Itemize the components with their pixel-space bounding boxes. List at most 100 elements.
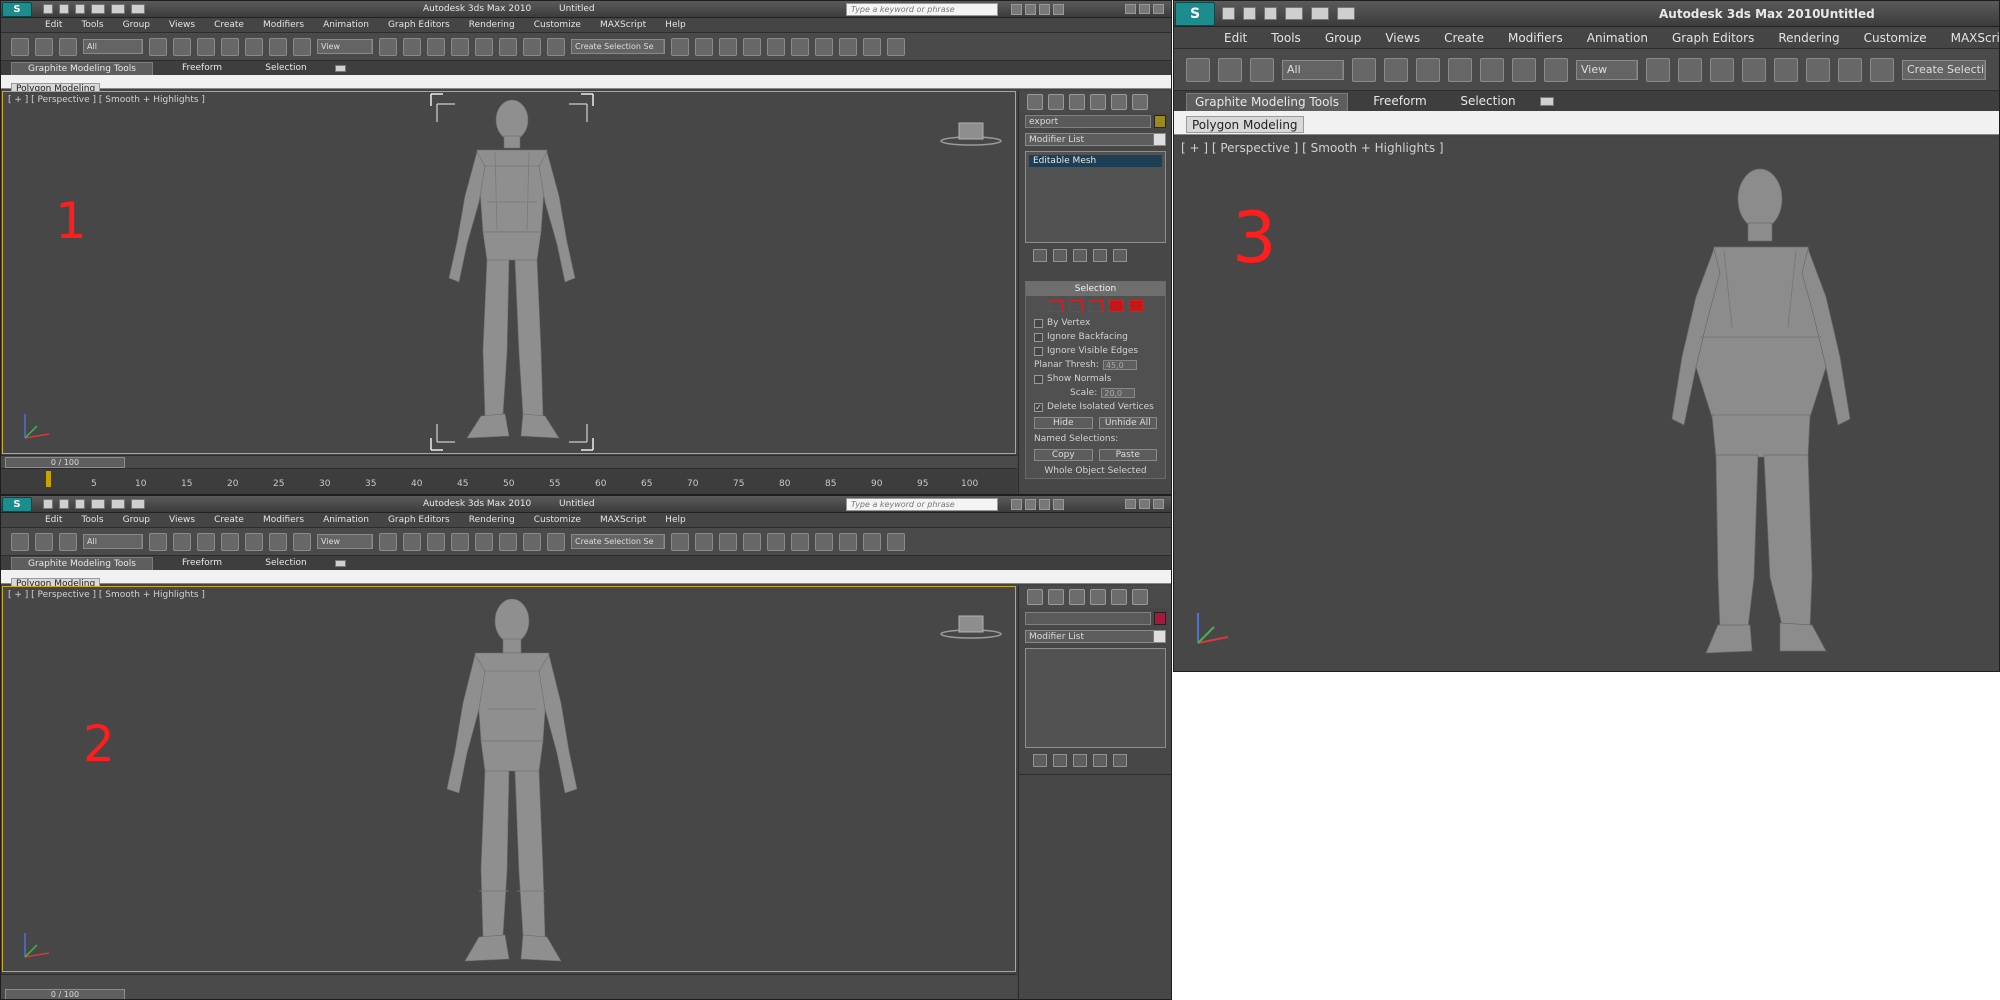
spinner-snap-icon[interactable] [1838, 57, 1862, 82]
align-icon[interactable] [695, 532, 713, 551]
remove-modifier-icon[interactable] [1093, 249, 1107, 262]
ribbon-minimize-icon[interactable] [1540, 96, 1554, 106]
ribbon-minimize-icon[interactable] [335, 559, 346, 567]
app-logo-icon[interactable]: S [2, 497, 32, 512]
menu-help[interactable]: Help [665, 515, 686, 525]
viewcube-icon[interactable] [939, 613, 1003, 641]
window-crossing-icon[interactable] [1448, 57, 1472, 82]
named-selection-dropdown[interactable]: Create Selection Se [571, 534, 665, 549]
project-folder-icon[interactable] [131, 4, 145, 14]
pivot-center-icon[interactable] [379, 532, 397, 551]
named-selection-dropdown[interactable]: Create Selectio [1902, 59, 1986, 80]
pin-stack-icon[interactable] [1033, 754, 1047, 767]
hide-button[interactable]: Hide [1034, 417, 1093, 429]
favorites-icon[interactable] [1039, 499, 1050, 510]
layer-manager-icon[interactable] [719, 532, 737, 551]
select-by-name-icon[interactable] [173, 532, 191, 551]
planar-thresh-spinner[interactable]: 45,0 [1102, 360, 1137, 370]
character-model-heavy[interactable] [1662, 157, 1862, 667]
menu-customize[interactable]: Customize [534, 515, 581, 525]
menu-group[interactable]: Group [123, 515, 150, 525]
tab-selection[interactable]: Selection [251, 557, 321, 570]
configure-modifier-sets-icon[interactable] [1113, 754, 1127, 767]
reference-coordinate-dropdown[interactable]: View [317, 39, 373, 54]
bind-space-warp-icon[interactable] [59, 532, 77, 551]
rendered-frame-icon[interactable] [863, 37, 881, 56]
menu-edit[interactable]: Edit [1224, 31, 1247, 45]
align-icon[interactable] [695, 37, 713, 56]
rollout-title[interactable]: Selection [1026, 282, 1165, 296]
percent-snap-icon[interactable] [499, 532, 517, 551]
rect-selection-icon[interactable] [197, 37, 215, 56]
select-link-icon[interactable] [1186, 57, 1210, 82]
mirror-icon[interactable] [671, 532, 689, 551]
ignore-backfacing-checkbox[interactable] [1034, 332, 1043, 342]
tab-selection[interactable]: Selection [1452, 93, 1524, 111]
vertex-level-icon[interactable] [1048, 300, 1063, 312]
selection-filter-dropdown[interactable]: All [1282, 59, 1344, 80]
spinner-snap-icon[interactable] [523, 532, 541, 551]
render-setup-icon[interactable] [839, 37, 857, 56]
menu-modifiers[interactable]: Modifiers [1508, 31, 1563, 45]
open-icon[interactable] [1243, 7, 1256, 20]
modifier-stack[interactable]: Editable Mesh [1025, 151, 1166, 243]
delete-isolated-checkbox[interactable]: ✓ [1034, 402, 1043, 412]
search-input[interactable]: Type a keyword or phrase [846, 498, 998, 511]
tools-icon[interactable] [1025, 4, 1036, 15]
rendered-frame-icon[interactable] [863, 532, 881, 551]
configure-modifier-sets-icon[interactable] [1113, 249, 1127, 262]
remove-modifier-icon[interactable] [1093, 754, 1107, 767]
create-tab-icon[interactable] [1027, 589, 1043, 605]
redo-icon[interactable] [1311, 7, 1329, 20]
snaps-toggle-icon[interactable] [451, 532, 469, 551]
menu-animation[interactable]: Animation [323, 20, 369, 30]
edge-level-icon[interactable] [1068, 300, 1083, 312]
graphite-toggle-icon[interactable] [743, 532, 761, 551]
render-setup-icon[interactable] [839, 532, 857, 551]
project-folder-icon[interactable] [131, 499, 145, 509]
menu-views[interactable]: Views [169, 515, 195, 525]
new-icon[interactable] [43, 499, 53, 509]
restore-icon[interactable] [1139, 499, 1150, 509]
modifier-stack[interactable] [1025, 648, 1166, 748]
move-icon[interactable] [245, 532, 263, 551]
hierarchy-tab-icon[interactable] [1069, 589, 1085, 605]
character-model-thin[interactable] [429, 92, 595, 452]
menu-maxscript[interactable]: MAXScript [600, 515, 646, 525]
select-object-icon[interactable] [149, 37, 167, 56]
reference-coordinate-dropdown[interactable]: View [1576, 59, 1638, 80]
render-teapot-icon[interactable] [887, 532, 905, 551]
scale-spinner[interactable]: 20,0 [1101, 388, 1136, 398]
keyboard-shortcut-icon[interactable] [1710, 57, 1734, 82]
face-level-icon[interactable] [1088, 300, 1103, 312]
new-icon[interactable] [43, 4, 53, 14]
material-editor-icon[interactable] [815, 532, 833, 551]
save-icon[interactable] [75, 4, 85, 14]
select-by-name-icon[interactable] [173, 37, 191, 56]
viewport-label[interactable]: [ + ] [ Perspective ] [ Smooth + Highlig… [8, 590, 205, 600]
undo-icon[interactable] [1285, 7, 1303, 20]
snaps-toggle-icon[interactable] [451, 37, 469, 56]
hierarchy-tab-icon[interactable] [1069, 94, 1085, 110]
move-icon[interactable] [1480, 57, 1504, 82]
layer-manager-icon[interactable] [719, 37, 737, 56]
selection-filter-dropdown[interactable]: All [83, 534, 143, 549]
minimize-icon[interactable] [1125, 499, 1136, 509]
modifier-list-dropdown[interactable]: Modifier List [1025, 133, 1166, 146]
menu-rendering[interactable]: Rendering [1778, 31, 1839, 45]
search-input[interactable]: Type a keyword or phrase [846, 3, 998, 16]
edit-named-selection-icon[interactable] [1870, 57, 1894, 82]
time-slider-thumb[interactable]: 0 / 100 [5, 989, 125, 999]
tab-graphite-modeling-tools[interactable]: Graphite Modeling Tools [1186, 93, 1348, 111]
pin-stack-icon[interactable] [1033, 249, 1047, 262]
app-logo-icon[interactable]: S [1175, 2, 1215, 26]
angle-snap-icon[interactable] [475, 37, 493, 56]
graphite-toggle-icon[interactable] [743, 37, 761, 56]
modify-tab-icon[interactable] [1048, 94, 1064, 110]
menu-tools[interactable]: Tools [1271, 31, 1301, 45]
menu-maxscript[interactable]: MAXScript [600, 20, 646, 30]
bind-space-warp-icon[interactable] [1250, 57, 1274, 82]
close-icon[interactable] [1153, 499, 1164, 509]
binoculars-icon[interactable] [1011, 499, 1022, 510]
reference-coordinate-dropdown[interactable]: View [317, 534, 373, 549]
